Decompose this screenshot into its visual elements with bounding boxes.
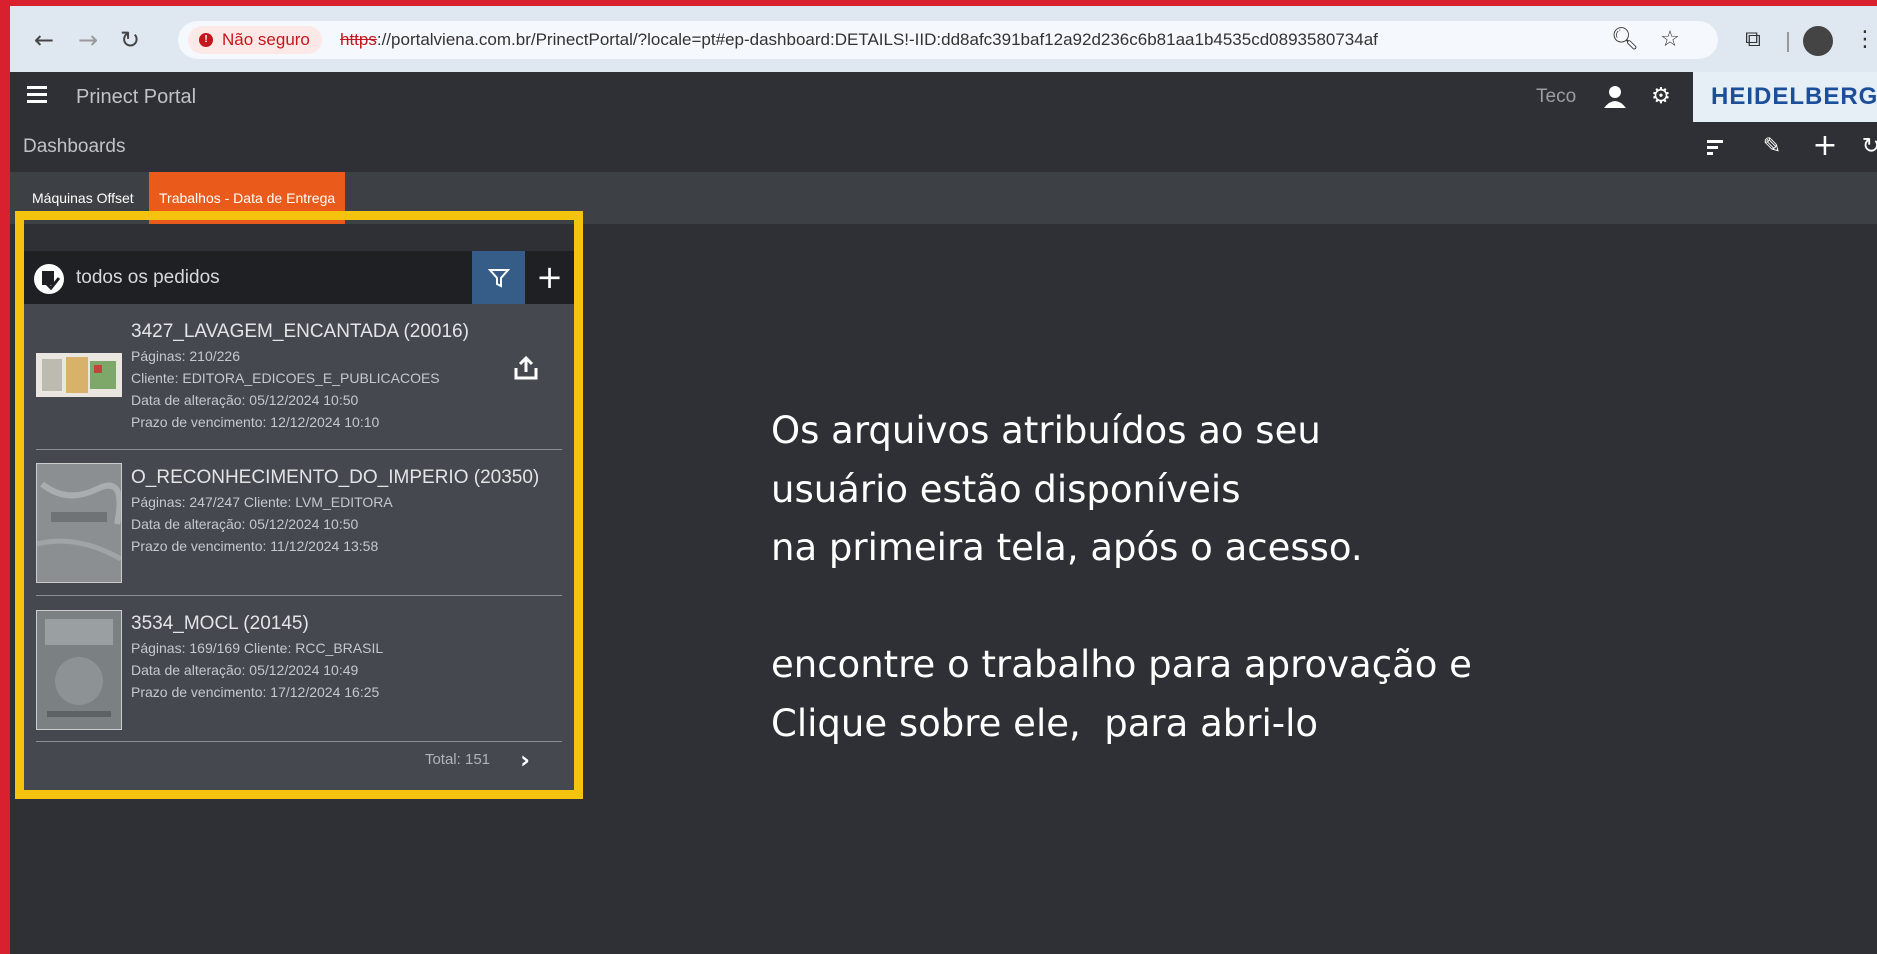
user-icon[interactable] [1600, 82, 1630, 112]
more-vert-icon[interactable]: ⋮ [1850, 25, 1877, 55]
instruction-line: encontre o trabalho para aprovação e [771, 643, 1472, 686]
extensions-puzzle-icon[interactable]: ⧉ [1738, 25, 1768, 55]
back-arrow-icon[interactable]: ← [30, 26, 58, 54]
logo-text: HEIDELBERG [1711, 83, 1877, 110]
sort-icon[interactable] [1700, 132, 1730, 162]
page-title: Dashboards [23, 136, 126, 157]
zoom-icon[interactable]: 🔍︎ [1610, 25, 1640, 55]
toolbar-divider [1787, 32, 1789, 52]
settings-gear-icon[interactable]: ⚙ [1646, 82, 1676, 112]
highlight-frame [15, 211, 583, 799]
security-label: Não seguro [222, 30, 310, 49]
instruction-line: usuário estão disponíveis [771, 467, 1241, 511]
bookmark-star-icon[interactable]: ☆ [1655, 25, 1685, 55]
app-window: ← → ↻ ! Não seguro https://portalviena.c… [10, 6, 1877, 954]
reload-icon[interactable]: ↻ [116, 26, 144, 54]
url-path: ://portalviena.com.br/PrinectPortal/?loc… [376, 30, 1378, 49]
menu-hamburger-icon[interactable] [27, 86, 47, 106]
refresh-icon[interactable]: ↻ [1856, 132, 1877, 162]
instruction-line: Clique sobre ele, para abri-lo [771, 701, 1318, 745]
warning-icon: ! [199, 33, 213, 47]
instruction-line: Os arquivos atribuídos ao seu [771, 409, 1321, 452]
instruction-text: Os arquivos atribuídos ao seu usuário es… [771, 402, 1472, 753]
add-plus-icon[interactable]: + [1810, 131, 1840, 161]
url-text[interactable]: https://portalviena.com.br/PrinectPortal… [340, 21, 1378, 59]
profile-avatar[interactable] [1803, 26, 1833, 56]
edit-pencil-icon[interactable]: ✎ [1757, 132, 1787, 162]
heidelberg-logo: HEIDELBERG [1693, 72, 1877, 122]
forward-arrow-icon[interactable]: → [74, 26, 102, 54]
instruction-spacer [771, 578, 1472, 637]
user-name[interactable]: Teco [1536, 72, 1576, 122]
security-chip[interactable]: ! Não seguro [188, 26, 322, 54]
app-title: Prinect Portal [76, 86, 197, 108]
url-scheme: https [340, 30, 377, 49]
app-header: Prinect Portal Teco ⚙ HEIDELBERG [10, 72, 1877, 122]
browser-toolbar: ← → ↻ ! Não seguro https://portalviena.c… [10, 6, 1877, 72]
instruction-line: na primeira tela, após o acesso. [771, 526, 1363, 569]
dashboards-bar: Dashboards ✎ + ↻ [10, 122, 1877, 172]
address-bar[interactable]: ! Não seguro https://portalviena.com.br/… [178, 21, 1718, 59]
